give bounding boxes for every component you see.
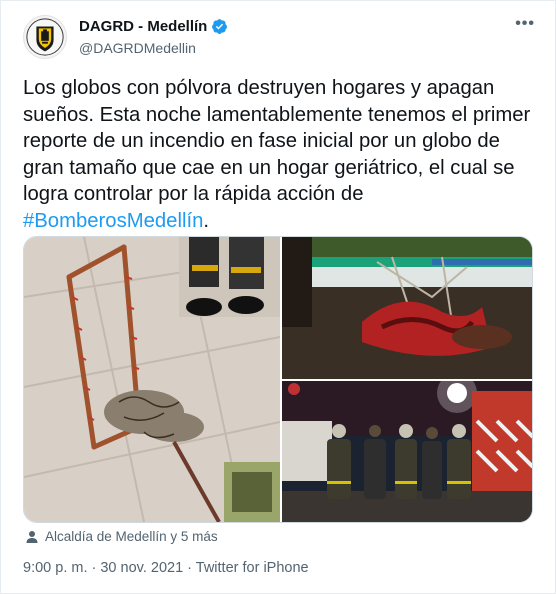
person-icon (26, 530, 38, 543)
avatar[interactable] (23, 15, 67, 59)
tagged-users[interactable]: Alcaldía de Medellín y 5 más (25, 529, 218, 544)
tweet-timestamp[interactable]: 9:00 p. m. · 30 nov. 2021 · Twitter for … (23, 560, 309, 576)
hashtag-link[interactable]: #BomberosMedellín (23, 210, 203, 232)
more-options-icon[interactable]: ••• (515, 15, 535, 33)
tagged-label: Alcaldía de Medellín y 5 más (45, 529, 218, 544)
tweet-body: Los globos con pólvora destruyen hogares… (23, 77, 531, 205)
author-name-row: DAGRD - Medellín (79, 18, 228, 35)
tweet-text: Los globos con pólvora destruyen hogares… (23, 75, 535, 234)
media-grid (23, 236, 533, 523)
handle[interactable]: @DAGRDMedellin (79, 40, 196, 56)
verified-badge-icon (212, 19, 228, 34)
tweet-card: DAGRD - Medellín @DAGRDMedellin ••• Los … (0, 0, 556, 594)
display-name[interactable]: DAGRD - Medellín (79, 18, 207, 35)
photo-burnt-frame[interactable] (24, 237, 280, 522)
dagrd-logo-icon (26, 18, 64, 56)
photo-firefighters[interactable] (282, 381, 532, 522)
tweet-end: . (203, 209, 210, 232)
photo-balloon-debris[interactable] (282, 237, 532, 379)
